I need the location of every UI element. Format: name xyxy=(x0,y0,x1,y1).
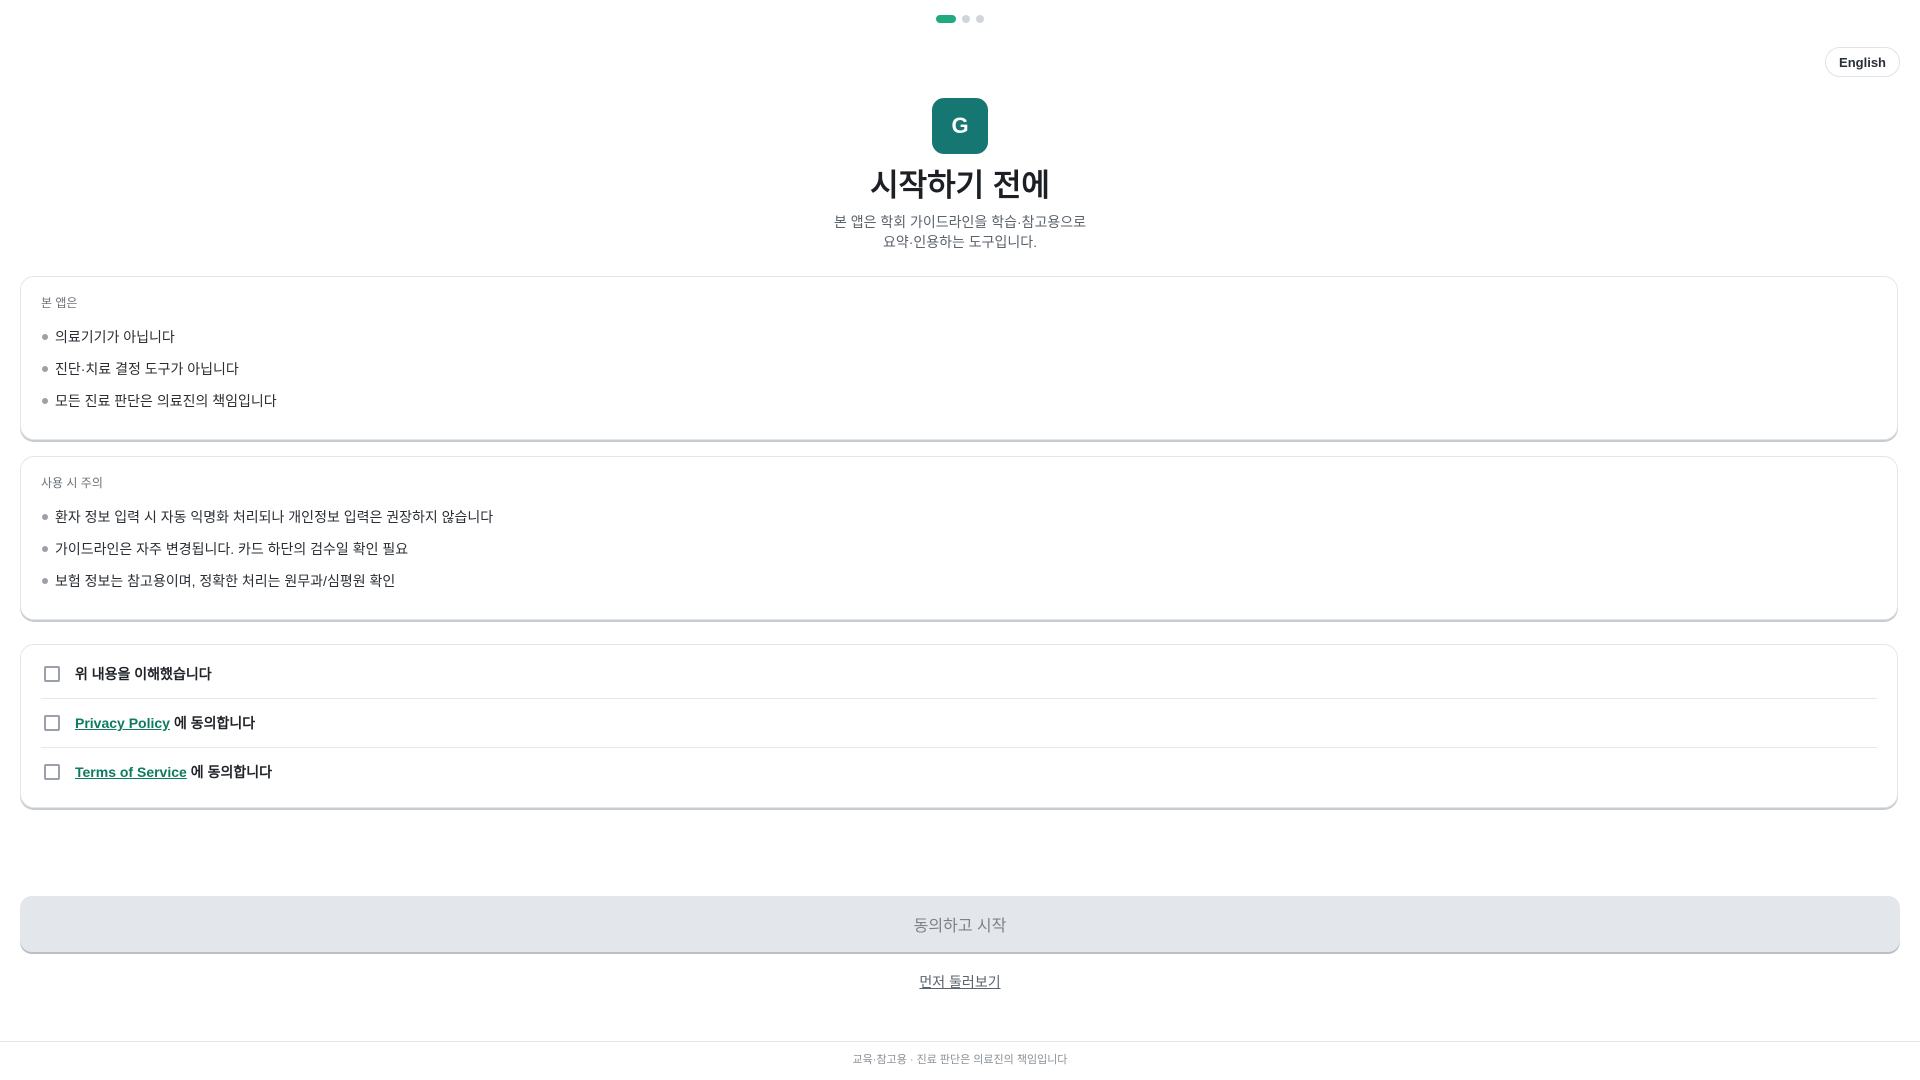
about-card-heading: 본 앱은 xyxy=(41,296,78,310)
footer: 교육·참고용 · 진료 판단은 의료진의 책임입니다 xyxy=(0,1041,1920,1080)
list-item: 의료기기가 아닙니다 xyxy=(41,321,1877,353)
page-subtitle: 본 앱은 학회 가이드라인을 학습·참고용으로 요약·인용하는 도구입니다. xyxy=(760,212,1160,252)
list-item: 보험 정보는 참고용이며, 정확한 처리는 원무과/심평원 확인 xyxy=(41,565,1877,597)
privacy-checkbox[interactable] xyxy=(44,715,60,731)
list-item: 모든 진료 판단은 의료진의 책임입니다 xyxy=(41,385,1877,417)
terms-checkbox[interactable] xyxy=(44,764,60,780)
privacy-agree-label: 에 동의합니다 xyxy=(173,715,256,731)
list-item: 진단·치료 결정 도구가 아닙니다 xyxy=(41,353,1877,385)
privacy-policy-link[interactable]: Privacy Policy xyxy=(75,715,170,731)
browse-first-container: 먼저 둘러보기 xyxy=(0,972,1920,992)
terms-agree-label: 에 동의합니다 xyxy=(190,764,272,780)
understood-checkbox[interactable] xyxy=(44,666,60,682)
caution-card-heading: 사용 시 주의 xyxy=(41,476,103,490)
app-logo: G xyxy=(932,98,988,154)
footer-text: 교육·참고용 · 진료 판단은 의료진의 책임입니다 xyxy=(852,1054,1068,1066)
about-card: 본 앱은 의료기기가 아닙니다 진단·치료 결정 도구가 아닙니다 모든 진료 … xyxy=(20,276,1898,440)
caution-card: 사용 시 주의 환자 정보 입력 시 자동 익명화 처리되나 개인정보 입력은 … xyxy=(20,456,1898,620)
progress-dot-active xyxy=(936,15,956,23)
terms-checkbox-row[interactable]: Terms of Service 에 동의합니다 xyxy=(41,748,1877,796)
progress-dot xyxy=(962,15,970,23)
progress-dots xyxy=(0,15,1920,23)
browse-first-link[interactable]: 먼저 둘러보기 xyxy=(919,974,1000,990)
caution-list: 환자 정보 입력 시 자동 익명화 처리되나 개인정보 입력은 권장하지 않습니… xyxy=(41,501,1877,597)
list-item: 가이드라인은 자주 변경됩니다. 카드 하단의 검수일 확인 필요 xyxy=(41,533,1877,565)
onboarding-page: English G 시작하기 전에 본 앱은 학회 가이드라인을 학습·참고용으… xyxy=(0,0,1920,1080)
agree-and-start-button[interactable]: 동의하고 시작 xyxy=(20,896,1900,952)
privacy-checkbox-row[interactable]: Privacy Policy 에 동의합니다 xyxy=(41,699,1877,748)
page-title: 시작하기 전에 xyxy=(870,168,1050,203)
about-list: 의료기기가 아닙니다 진단·치료 결정 도구가 아닙니다 모든 진료 판단은 의… xyxy=(41,321,1877,417)
terms-of-service-link[interactable]: Terms of Service xyxy=(75,764,187,780)
understood-label: 위 내용을 이해했습니다 xyxy=(75,666,212,682)
language-toggle-button[interactable]: English xyxy=(1825,47,1900,77)
understood-checkbox-row[interactable]: 위 내용을 이해했습니다 xyxy=(41,650,1877,699)
subtitle-line-2: 요약·인용하는 도구입니다. xyxy=(882,234,1038,250)
agreements-card: 위 내용을 이해했습니다 Privacy Policy 에 동의합니다 Term… xyxy=(20,644,1898,808)
subtitle-line-1: 본 앱은 학회 가이드라인을 학습·참고용으로 xyxy=(833,214,1087,230)
progress-dot xyxy=(976,15,984,23)
list-item: 환자 정보 입력 시 자동 익명화 처리되나 개인정보 입력은 권장하지 않습니… xyxy=(41,501,1877,533)
